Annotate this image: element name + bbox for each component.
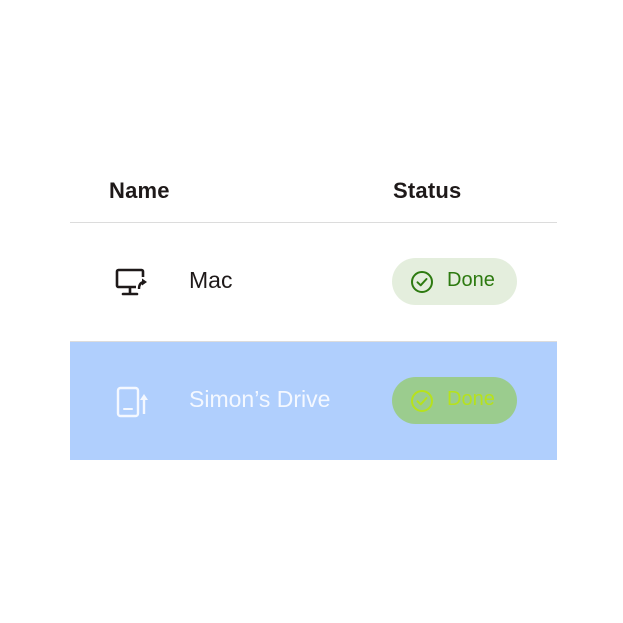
status-badge: Done bbox=[392, 258, 517, 305]
status-text: Done bbox=[447, 388, 495, 410]
backup-table: Name Status Mac Done Simon’s Drive Done bbox=[70, 160, 557, 460]
column-header-status[interactable]: Status bbox=[393, 178, 461, 204]
computer-upload-icon bbox=[114, 266, 152, 300]
check-circle-icon bbox=[410, 270, 434, 294]
external-drive-upload-icon bbox=[114, 385, 152, 419]
check-circle-icon bbox=[410, 389, 434, 413]
row-name: Mac bbox=[189, 267, 233, 293]
table-row-mac[interactable]: Mac Done bbox=[70, 223, 557, 342]
row-name: Simon’s Drive bbox=[189, 386, 331, 412]
table-header: Name Status bbox=[70, 160, 557, 223]
table-row-simons-drive[interactable]: Simon’s Drive Done bbox=[70, 342, 557, 460]
status-badge: Done bbox=[392, 377, 517, 424]
status-text: Done bbox=[447, 269, 495, 291]
column-header-name[interactable]: Name bbox=[109, 178, 170, 204]
